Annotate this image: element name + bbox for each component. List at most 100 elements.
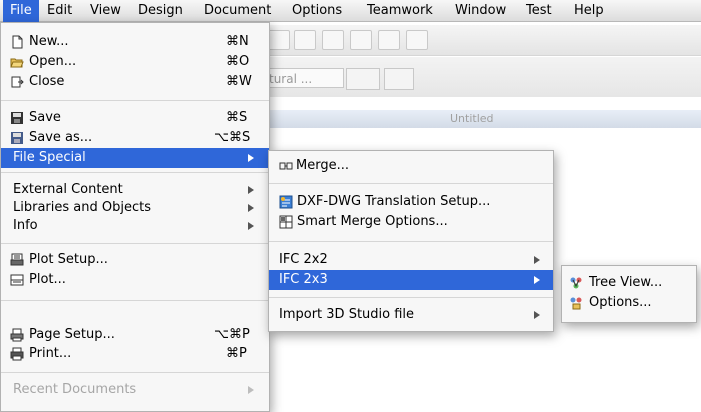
menu-item-label: Page Setup... [29, 327, 115, 342]
document-tab[interactable]: Untitled [450, 112, 494, 125]
menu-item-label: Merge... [296, 158, 349, 173]
menu-separator [1, 243, 269, 244]
menu-item-label: IFC 2x2 [279, 252, 328, 267]
menu-item-shortcut: ⌘N [226, 34, 249, 49]
menu-item-tree-view[interactable]: Tree View... [562, 273, 696, 293]
menu-item-label: IFC 2x3 [279, 272, 328, 287]
menu-separator [269, 297, 553, 298]
menu-item-close[interactable]: Close ⌘W [1, 72, 269, 92]
ifc-options-icon [570, 297, 582, 310]
save-as-icon [11, 132, 23, 144]
toolbar-tool-icon[interactable] [378, 30, 400, 50]
submenu-arrow-icon [248, 386, 254, 394]
menu-item-page-setup[interactable]: Page Setup... ⌥⌘P [1, 325, 269, 345]
menu-item-info[interactable]: Info [1, 216, 269, 236]
menu-item-libraries-and-objects[interactable]: Libraries and Objects [1, 198, 269, 218]
menubar-document[interactable]: Document [197, 0, 278, 22]
menu-item-label: External Content [13, 182, 123, 197]
menu-item-recent-documents: Recent Documents [1, 380, 269, 400]
tree-view-icon [570, 277, 582, 289]
menubar-teamwork[interactable]: Teamwork [360, 0, 440, 22]
toolbar-row [260, 25, 701, 56]
layer-select[interactable]: tural ... [264, 68, 344, 88]
plot-setup-icon [10, 253, 24, 266]
merge-icon [279, 162, 293, 170]
menu-item-label: Close [29, 74, 65, 89]
page-setup-icon [10, 328, 24, 342]
menu-item-shortcut: ⌘O [226, 54, 250, 69]
menu-item-external-content[interactable]: External Content [1, 180, 269, 200]
menu-item-shortcut: ⌘P [226, 346, 247, 361]
toolbar-tool-icon[interactable] [294, 30, 316, 50]
menu-separator [1, 172, 269, 173]
menu-item-label: Tree View... [589, 275, 663, 290]
plotter-icon [10, 274, 24, 286]
menubar-edit[interactable]: Edit [40, 0, 79, 22]
menu-item-label: New... [29, 34, 69, 49]
menu-item-ifc-options[interactable]: Options... [562, 293, 696, 313]
open-folder-icon [10, 58, 24, 68]
menu-item-save-as[interactable]: Save as... ⌥⌘S [1, 128, 269, 148]
menu-item-smart-merge-options[interactable]: Smart Merge Options... [269, 212, 553, 232]
menu-separator [1, 100, 269, 101]
menu-item-print[interactable]: Print... ⌘P [1, 344, 269, 364]
menu-item-label: Save [29, 110, 61, 125]
file-menu: New... ⌘N Open... ⌘O Close ⌘W Save ⌘S Sa… [0, 22, 270, 412]
menubar-test[interactable]: Test [519, 0, 559, 22]
menu-item-label: DXF-DWG Translation Setup... [297, 194, 491, 209]
submenu-arrow-icon [248, 186, 254, 194]
menubar-view[interactable]: View [83, 0, 128, 22]
application-toolbar-area: tural ... Untitled [260, 23, 701, 143]
menu-item-save[interactable]: Save ⌘S [1, 108, 269, 128]
menubar-help[interactable]: Help [567, 0, 611, 22]
menu-item-shortcut: ⌥⌘P [214, 327, 250, 342]
menu-item-label: Libraries and Objects [13, 200, 151, 215]
menu-item-plot[interactable]: Plot... [1, 270, 269, 290]
menubar-design[interactable]: Design [131, 0, 190, 22]
menu-item-label: Import 3D Studio file [279, 307, 415, 322]
submenu-arrow-icon [534, 311, 540, 319]
submenu-arrow-icon [248, 204, 254, 212]
menu-separator [1, 372, 269, 373]
submenu-arrow-icon [248, 154, 254, 162]
menu-item-label: Recent Documents [13, 382, 137, 397]
file-special-submenu: Merge... DXF-DWG Translation Setup... Sm… [268, 150, 554, 332]
menu-item-shortcut: ⌘S [226, 110, 248, 125]
toolbar-tool-icon[interactable] [322, 30, 344, 50]
menu-item-label: File Special [13, 150, 86, 165]
menu-item-shortcut: ⌥⌘S [214, 130, 251, 145]
submenu-arrow-icon [534, 276, 540, 284]
menu-item-label: Open... [29, 54, 77, 69]
fill-selector[interactable] [384, 68, 414, 90]
toolbar-tool-icon[interactable] [350, 30, 372, 50]
menu-bar: File Edit View Design Document Options T… [0, 0, 701, 22]
menu-item-open[interactable]: Open... ⌘O [1, 52, 269, 72]
menu-item-ifc-2x2[interactable]: IFC 2x2 [269, 250, 553, 270]
submenu-arrow-icon [248, 222, 254, 230]
ifc-2x3-submenu: Tree View... Options... [561, 265, 697, 323]
menu-item-label: Print... [29, 346, 72, 361]
pen-selector[interactable] [346, 68, 380, 90]
smart-merge-icon [279, 215, 293, 229]
submenu-arrow-icon [534, 256, 540, 264]
save-disk-icon [11, 112, 23, 124]
menu-item-ifc-2x3[interactable]: IFC 2x3 [269, 270, 553, 290]
menu-item-label: Options... [589, 295, 652, 310]
menu-item-merge[interactable]: Merge... [269, 156, 553, 176]
menubar-options[interactable]: Options [285, 0, 349, 22]
toolbar-tool-icon[interactable] [406, 30, 428, 50]
menu-item-import-3d-studio-file[interactable]: Import 3D Studio file [269, 305, 553, 325]
menu-separator [269, 241, 553, 242]
printer-icon [10, 347, 24, 361]
new-document-icon [12, 35, 23, 49]
menu-item-new[interactable]: New... ⌘N [1, 32, 269, 52]
menu-item-label: Plot Setup... [29, 252, 108, 267]
menubar-file[interactable]: File [3, 0, 39, 22]
menu-item-dxf-dwg-translation-setup[interactable]: DXF-DWG Translation Setup... [269, 192, 553, 212]
menu-item-plot-setup[interactable]: Plot Setup... [1, 250, 269, 270]
toolbar-tool-icon[interactable] [268, 30, 290, 50]
menu-separator [269, 183, 553, 184]
menubar-window[interactable]: Window [448, 0, 513, 22]
menu-item-file-special[interactable]: File Special [1, 148, 269, 168]
menu-item-label: Save as... [29, 130, 93, 145]
